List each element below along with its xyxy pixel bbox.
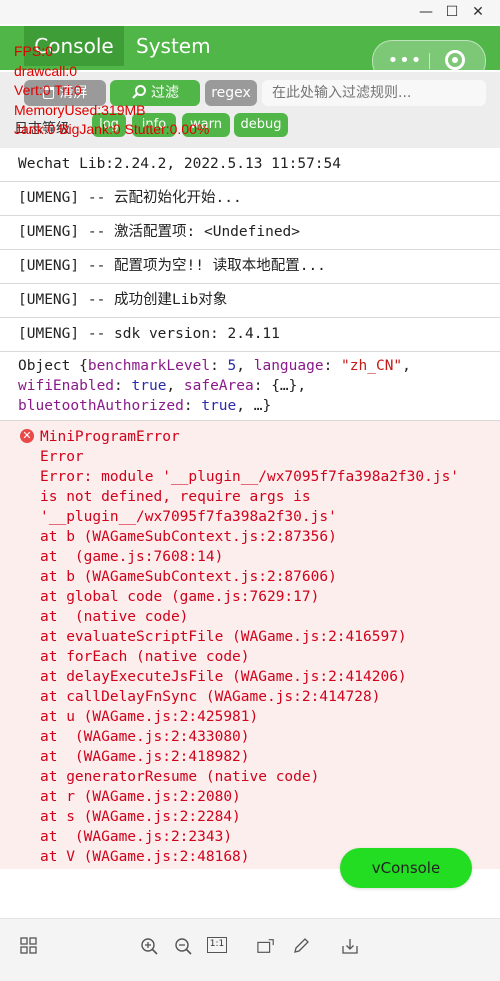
- error-line: at (WAGame.js:2:2343): [40, 829, 233, 845]
- level-warn-button[interactable]: warn: [182, 113, 230, 137]
- trash-icon: [42, 87, 54, 99]
- object-key: safeArea: [183, 378, 254, 394]
- error-line: at evaluateScriptFile (WAGame.js:2:41659…: [40, 629, 407, 645]
- error-line: at generatorResume (native code): [40, 769, 320, 785]
- download-icon[interactable]: [341, 937, 359, 955]
- error-line: at s (WAGame.js:2:2284): [40, 809, 241, 825]
- regex-button[interactable]: regex: [205, 80, 257, 106]
- error-line: Error: [40, 449, 84, 465]
- console-toolbar: 清屏 过滤 regex 日志等级 log info warn debug: [0, 72, 500, 148]
- target-icon[interactable]: [445, 50, 465, 70]
- zoom-in-icon[interactable]: [140, 937, 158, 955]
- log-entry: [UMENG] -- 激活配置项: <Undefined>: [0, 216, 500, 250]
- object-suffix: …}: [253, 398, 272, 414]
- log-entry: [UMENG] -- 成功创建Lib对象: [0, 284, 500, 318]
- error-line: Error: module '__plugin__/wx7095f7fa398a…: [40, 469, 468, 525]
- error-line: at (WAGame.js:2:418982): [40, 749, 250, 765]
- object-key: bluetoothAuthorized: [18, 398, 184, 414]
- object-value: {…}: [271, 378, 298, 394]
- error-icon: ✕: [20, 429, 34, 443]
- error-log-entry: ✕ MiniProgramError Error Error: module '…: [0, 421, 500, 869]
- object-prefix: Object {: [18, 358, 88, 374]
- object-value: 5: [227, 358, 237, 374]
- error-line: at (WAGame.js:2:433080): [40, 729, 250, 745]
- search-icon: [132, 85, 146, 99]
- error-line: at delayExecuteJsFile (WAGame.js:2:41420…: [40, 669, 407, 685]
- log-entry: [UMENG] -- 云配初始化开始...: [0, 182, 500, 216]
- log-entry: [UMENG] -- sdk version: 2.4.11: [0, 318, 500, 352]
- clear-label: 清屏: [59, 85, 88, 101]
- object-log-entry[interactable]: Object {benchmarkLevel: 5, language: "zh…: [0, 352, 500, 421]
- clear-button[interactable]: 清屏: [24, 80, 106, 106]
- level-log-button[interactable]: log: [92, 113, 126, 137]
- log-entry: Wechat Lib:2.24.2, 2022.5.13 11:57:54: [0, 148, 500, 182]
- error-line: at r (WAGame.js:2:2080): [40, 789, 241, 805]
- close-icon[interactable]: ✕: [470, 4, 486, 20]
- error-title: MiniProgramError: [40, 429, 180, 445]
- log-level-label: 日志等级: [14, 121, 70, 137]
- rotate-icon[interactable]: [257, 937, 275, 955]
- more-icon[interactable]: •••: [385, 51, 425, 71]
- window-title-bar: — ☐ ✕: [0, 0, 500, 24]
- error-line: at b (WAGameSubContext.js:2:87606): [40, 569, 337, 585]
- error-line: at (native code): [40, 609, 189, 625]
- minimize-icon[interactable]: —: [418, 4, 434, 20]
- level-debug-button[interactable]: debug: [234, 113, 288, 137]
- error-line: at global code (game.js:7629:17): [40, 589, 320, 605]
- error-line: at callDelayFnSync (WAGame.js:2:414728): [40, 689, 381, 705]
- filter-button[interactable]: 过滤: [110, 80, 200, 106]
- filter-label: 过滤: [151, 85, 179, 101]
- object-value: true: [201, 398, 237, 414]
- tab-system[interactable]: System: [136, 26, 211, 66]
- maximize-icon[interactable]: ☐: [444, 4, 460, 20]
- tab-console[interactable]: Console: [24, 26, 124, 66]
- object-value: true: [131, 378, 167, 394]
- object-value: "zh_CN": [341, 358, 403, 374]
- edit-icon[interactable]: [292, 937, 310, 955]
- bottom-toolbar: 1:1: [0, 918, 500, 981]
- error-line: at forEach (native code): [40, 649, 250, 665]
- object-key: language: [253, 358, 324, 374]
- object-key: wifiEnabled: [18, 378, 115, 394]
- capsule-divider: [429, 53, 430, 69]
- grid-icon[interactable]: [20, 937, 38, 955]
- level-info-button[interactable]: info: [132, 113, 176, 137]
- error-line: at u (WAGame.js:2:425981): [40, 709, 259, 725]
- zoom-out-icon[interactable]: [174, 937, 192, 955]
- vconsole-button[interactable]: vConsole: [340, 848, 472, 888]
- object-key: benchmarkLevel: [87, 358, 211, 374]
- error-line: at (game.js:7608:14): [40, 549, 224, 565]
- console-log-list[interactable]: Wechat Lib:2.24.2, 2022.5.13 11:57:54 [U…: [0, 148, 500, 869]
- filter-input[interactable]: [262, 80, 486, 106]
- actual-size-icon[interactable]: 1:1: [207, 937, 227, 953]
- error-line: at b (WAGameSubContext.js:2:87356): [40, 529, 337, 545]
- log-entry: [UMENG] -- 配置项为空!! 读取本地配置...: [0, 250, 500, 284]
